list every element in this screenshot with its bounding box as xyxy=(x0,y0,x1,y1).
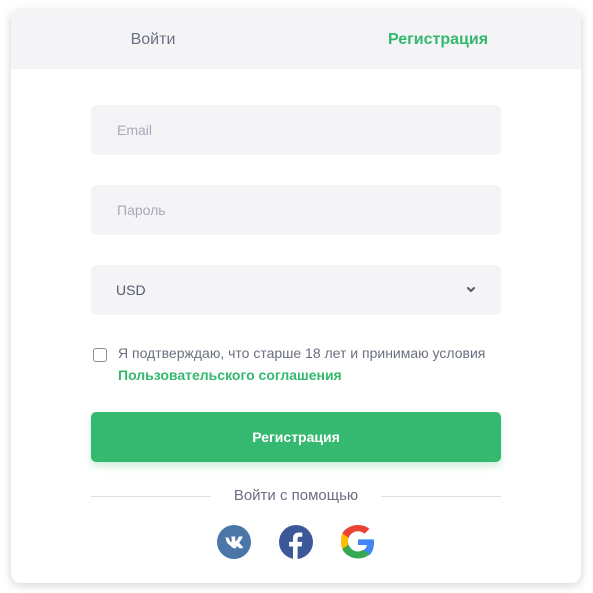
tab-login[interactable]: Войти xyxy=(81,10,225,69)
email-field-wrapper xyxy=(91,105,501,155)
social-divider: Войти с помощью xyxy=(91,485,501,509)
auth-tabs: Войти Регистрация xyxy=(11,10,581,69)
auth-card: Войти Регистрация USD Я подтверждаю, что… xyxy=(11,10,581,583)
vk-icon[interactable] xyxy=(217,525,251,559)
chevron-down-icon xyxy=(467,287,475,292)
agreement-checkbox[interactable] xyxy=(93,348,107,362)
facebook-icon[interactable] xyxy=(279,525,313,559)
password-field-wrapper xyxy=(91,185,501,235)
tab-register[interactable]: Регистрация xyxy=(366,10,510,69)
password-input[interactable] xyxy=(91,185,501,235)
agreement-label: Я подтверждаю, что старше 18 лет и прини… xyxy=(118,345,486,361)
divider-line-right xyxy=(381,496,501,497)
currency-select[interactable]: USD xyxy=(91,265,501,315)
register-button[interactable]: Регистрация xyxy=(91,412,501,462)
email-input[interactable] xyxy=(91,105,501,155)
google-icon[interactable] xyxy=(341,525,375,559)
user-agreement-link[interactable]: Пользовательского соглашения xyxy=(118,367,342,383)
currency-select-value: USD xyxy=(116,282,146,298)
agreement-text: Я подтверждаю, что старше 18 лет и прини… xyxy=(118,342,498,386)
